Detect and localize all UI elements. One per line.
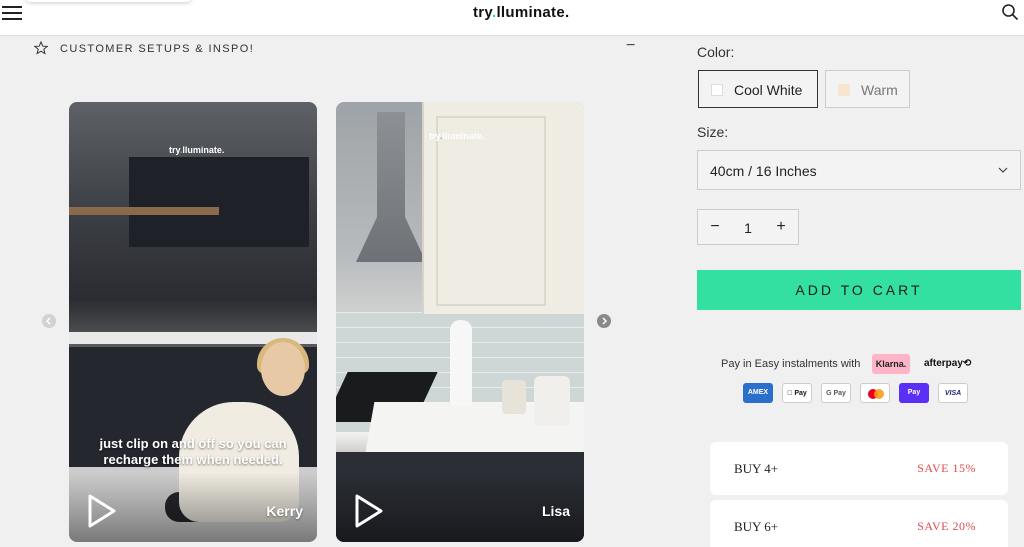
size-select[interactable]: 40cm / 16 Inches: [697, 150, 1021, 190]
menu-icon[interactable]: [2, 6, 22, 22]
video-author-name: Lisa: [541, 503, 570, 519]
amex-icon: AMEX: [743, 383, 773, 403]
size-value: 40cm / 16 Inches: [710, 163, 817, 179]
color-option-label: Warm: [861, 82, 898, 98]
inspo-section-header[interactable]: CUSTOMER SETUPS & INSPO! −: [34, 37, 635, 59]
video-scene-range-hood: [356, 112, 426, 262]
play-icon[interactable]: [354, 494, 384, 528]
quantity-stepper: − 1 +: [697, 209, 799, 245]
video-card-kerry[interactable]: try.lluminate. just clip on and off so y…: [69, 102, 317, 542]
video-caption: just clip on and off so you can recharge…: [99, 436, 287, 467]
bundle-quantity: BUY 6+: [734, 519, 779, 534]
video-scene-jar: [502, 380, 526, 414]
color-label: Color:: [697, 44, 735, 60]
color-option-label: Cool White: [734, 82, 803, 98]
swatch-icon: [838, 84, 850, 96]
bundle-discount: SAVE 15%: [917, 461, 976, 475]
color-option-warm[interactable]: Warm: [825, 70, 910, 108]
bundle-discount: SAVE 20%: [917, 519, 976, 533]
top-dropdown-tab[interactable]: [26, 0, 191, 2]
quantity-increase-button[interactable]: +: [772, 218, 790, 236]
shop-pay-icon: Pay: [899, 383, 929, 403]
mastercard-icon: [860, 383, 890, 403]
video-scene-cabinet-door: [436, 116, 546, 306]
size-label: Size:: [697, 124, 729, 140]
video-scene-jar: [534, 376, 570, 426]
search-icon[interactable]: [1001, 3, 1019, 21]
video-watermark: try.lluminate.: [429, 131, 485, 141]
bundle-option-buy-6[interactable]: BUY 6+ SAVE 20%: [710, 500, 1008, 547]
video-scene-shelf: [69, 207, 219, 215]
site-header: try.lluminate.: [0, 0, 1024, 36]
product-options-panel: Color: Cool White Warm Size: 40cm / 16 I…: [697, 36, 1024, 547]
bundle-option-buy-4[interactable]: BUY 4+ SAVE 15%: [710, 442, 1008, 495]
star-icon: [34, 41, 48, 55]
google-pay-icon: G Pay: [821, 383, 851, 403]
swatch-icon: [711, 84, 723, 96]
carousel-next-button[interactable]: [597, 314, 611, 328]
brand-logo[interactable]: try.lluminate.: [473, 4, 569, 21]
video-scene-kettle: [450, 320, 472, 406]
video-watermark: try.lluminate.: [169, 145, 225, 155]
add-to-cart-button[interactable]: ADD TO CART: [697, 270, 1021, 310]
klarna-logo[interactable]: Klarna.: [872, 354, 910, 374]
color-option-cool-white[interactable]: Cool White: [698, 70, 818, 108]
collapse-icon[interactable]: −: [626, 37, 635, 55]
bundle-quantity: BUY 4+: [734, 461, 779, 476]
carousel-prev-button[interactable]: [42, 314, 56, 328]
chevron-down-icon: [998, 167, 1008, 173]
afterpay-logo[interactable]: afterpay⟲: [924, 358, 971, 369]
video-scene-cabinets: [129, 157, 309, 247]
video-card-lisa[interactable]: try.lluminate. Lisa: [336, 102, 584, 542]
play-icon[interactable]: [87, 494, 117, 528]
video-scene-person-head: [261, 342, 305, 396]
section-title: CUSTOMER SETUPS & INSPO!: [60, 43, 255, 55]
instalments-text: Pay in Easy instalments with: [721, 358, 861, 370]
video-author-name: Kerry: [266, 503, 303, 519]
apple-pay-icon:  Pay: [782, 383, 812, 403]
visa-icon: VISA: [938, 383, 968, 403]
